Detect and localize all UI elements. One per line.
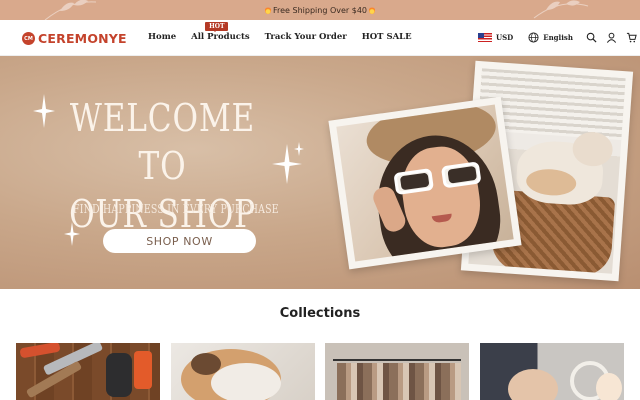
brand-mark-icon: CM (22, 32, 35, 45)
announcement-bar: Free Shipping Over $40 (0, 0, 640, 20)
globe-icon (528, 32, 539, 43)
shop-now-button[interactable]: SHOP NOW (103, 229, 256, 253)
header-utilities: USD English (478, 32, 637, 43)
woman-sunglasses-image (336, 104, 514, 262)
hot-badge: HOT (205, 22, 229, 32)
beauty-image (480, 343, 624, 400)
collection-card-beauty[interactable] (480, 343, 624, 400)
language-label: English (543, 33, 573, 42)
collections-title: Collections (279, 306, 361, 321)
collection-card-pets[interactable] (171, 343, 315, 400)
site-header: CM CEREMONYE Home HOT All Products Track… (0, 20, 640, 56)
collection-card-tools[interactable] (16, 343, 160, 400)
nav-item-hot-sale[interactable]: HOT SALE (362, 32, 412, 42)
language-selector[interactable]: English (528, 32, 573, 43)
leaf-decoration-icon (533, 0, 589, 19)
hero-subtitle: FIND HAPPINESS IN EVERY PURCHASE (73, 202, 279, 216)
tools-image (16, 343, 160, 400)
search-icon[interactable] (586, 32, 597, 43)
hero-banner[interactable]: WELCOME TO OUR SHOP FIND HAPPINESS IN EV… (0, 56, 640, 289)
cat-image (171, 343, 315, 400)
account-icon[interactable] (606, 32, 617, 43)
clothing-rack-image (325, 343, 469, 400)
main-nav: Home HOT All Products Track Your Order H… (148, 22, 412, 42)
announcement-text-wrap: Free Shipping Over $40 (264, 5, 375, 15)
hero-photo-woman (328, 96, 522, 270)
announcement-text: Free Shipping Over $40 (272, 5, 367, 15)
brand-logo[interactable]: CM CEREMONYE (22, 31, 127, 46)
brand-name: CEREMONYE (38, 31, 127, 46)
nav-item-all-products[interactable]: HOT All Products (191, 22, 250, 42)
sparkle-icon (33, 94, 55, 128)
flame-icon (264, 6, 271, 14)
sparkle-icon (294, 142, 304, 156)
cart-icon[interactable] (626, 32, 637, 43)
nav-item-track-order[interactable]: Track Your Order (265, 32, 347, 42)
collection-card-clothing[interactable] (325, 343, 469, 400)
currency-label: USD (496, 33, 514, 42)
us-flag-icon (478, 33, 492, 42)
hero-heading-line1: WELCOME TO (69, 96, 256, 188)
flame-icon (369, 6, 375, 14)
nav-item-label: All Products (191, 32, 250, 42)
currency-selector[interactable]: USD (478, 33, 513, 42)
nav-item-home[interactable]: Home (148, 32, 176, 42)
hero-heading: WELCOME TO OUR SHOP (60, 94, 265, 238)
leaf-decoration-icon (44, 0, 97, 20)
